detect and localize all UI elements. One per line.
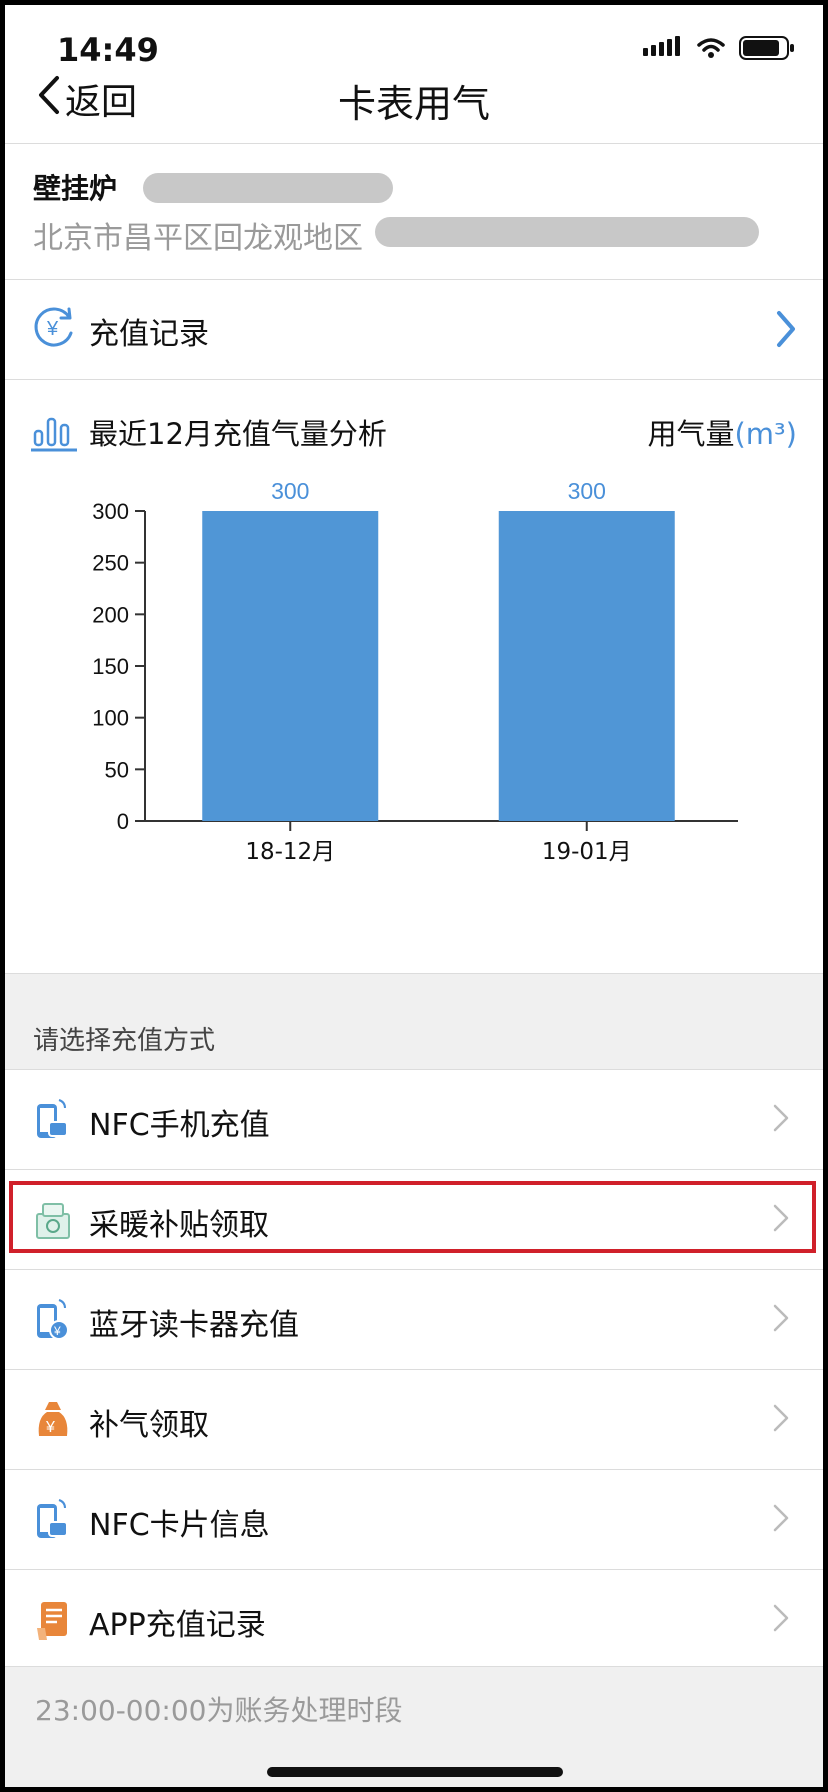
navigation-bar: 返回 卡表用气 [5,63,823,144]
bar-chart-icon [31,413,77,457]
x-tick-label: 19-01月 [542,839,632,865]
wifi-icon [697,37,725,63]
home-indicator[interactable] [267,1767,563,1777]
payment-section-label: 请选择充值方式 [33,1026,216,1056]
menu-item-gas-supplement[interactable]: ¥ 补气领取 [5,1369,823,1469]
unit-suffix: (m³) [734,417,797,451]
svg-text:¥: ¥ [46,318,59,340]
chevron-right-icon [773,1504,789,1536]
menu-item-label: APP充值记录 [89,1608,266,1643]
bluetooth-reader-icon: ¥ [33,1298,73,1342]
y-tick-label: 250 [92,551,129,576]
menu-item-bluetooth-reader[interactable]: ¥ 蓝牙读卡器充值 [5,1269,823,1369]
bar [498,511,675,821]
payment-section-header: 请选择充值方式 [5,973,823,1070]
y-tick-label: 200 [92,602,129,627]
yuan-refresh-icon: ¥ [33,305,77,353]
unit-label: 用气量(m³) [647,411,797,453]
menu-item-label: 蓝牙读卡器充值 [89,1308,299,1343]
footer-note: 23:00-00:00为账务处理时段 [35,1694,403,1727]
highlight-box [9,1181,816,1253]
signal-icon [643,36,683,64]
chevron-right-icon [773,1604,789,1636]
usage-bar-chart: 0 50 100 150 200 250 300 300 18-12月 300 19-01月 [92,478,738,865]
chevron-right-icon [773,1104,789,1136]
data-label: 300 [568,478,606,504]
y-tick-label: 300 [92,499,129,524]
chevron-right-icon [773,1404,789,1436]
y-tick-label: 150 [92,654,129,679]
payment-method-list: NFC手机充值 采暖补贴领取 ¥ 蓝牙读卡器充值 ¥ 补气领取 NFC卡片信息 … [5,1069,823,1669]
chart-title: 最近12月充值气量分析 [89,417,387,451]
device-address: 北京市昌平区回龙观地区 [33,221,363,256]
y-tick-label: 0 [117,809,129,834]
unit-prefix: 用气量 [647,417,735,451]
menu-item-nfc-card-info[interactable]: NFC卡片信息 [5,1469,823,1569]
x-tick-label: 18-12月 [245,839,335,865]
bar [202,511,379,821]
recharge-record-label: 充值记录 [89,317,209,352]
menu-item-nfc-phone[interactable]: NFC手机充值 [5,1069,823,1169]
y-tick-label: 100 [92,706,129,731]
svg-text:¥: ¥ [45,1419,55,1436]
chevron-right-icon [773,1304,789,1336]
menu-item-label: NFC卡片信息 [89,1508,270,1543]
nfc-card-icon [33,1498,73,1542]
battery-icon [739,35,795,65]
recharge-record-row[interactable]: ¥ 充值记录 [5,279,823,380]
redacted-address [375,217,759,247]
app-record-icon [33,1598,73,1642]
status-icons [643,35,795,65]
money-bag-icon: ¥ [33,1398,73,1442]
chart-section: 最近12月充值气量分析 用气量(m³) 0 50 100 150 200 250 300 30… [5,379,823,979]
redacted-device-id [143,173,393,203]
menu-item-label: NFC手机充值 [89,1108,270,1143]
chevron-right-icon [775,309,797,353]
svg-text:¥: ¥ [53,1324,61,1338]
phone-nfc-icon [33,1098,73,1142]
device-info: 壁挂炉 北京市昌平区回龙观地区 [5,145,823,280]
device-name: 壁挂炉 [33,172,118,205]
menu-item-label: 补气领取 [89,1408,209,1443]
y-tick-label: 50 [105,757,129,782]
menu-item-app-record[interactable]: APP充值记录 [5,1569,823,1669]
page-title: 卡表用气 [337,82,490,126]
data-label: 300 [271,478,309,504]
app-screen: 14:49 返回 卡表用气 壁挂炉 北京市昌平区回龙观地区 ¥ 充值记录 最近1… [5,5,823,1787]
